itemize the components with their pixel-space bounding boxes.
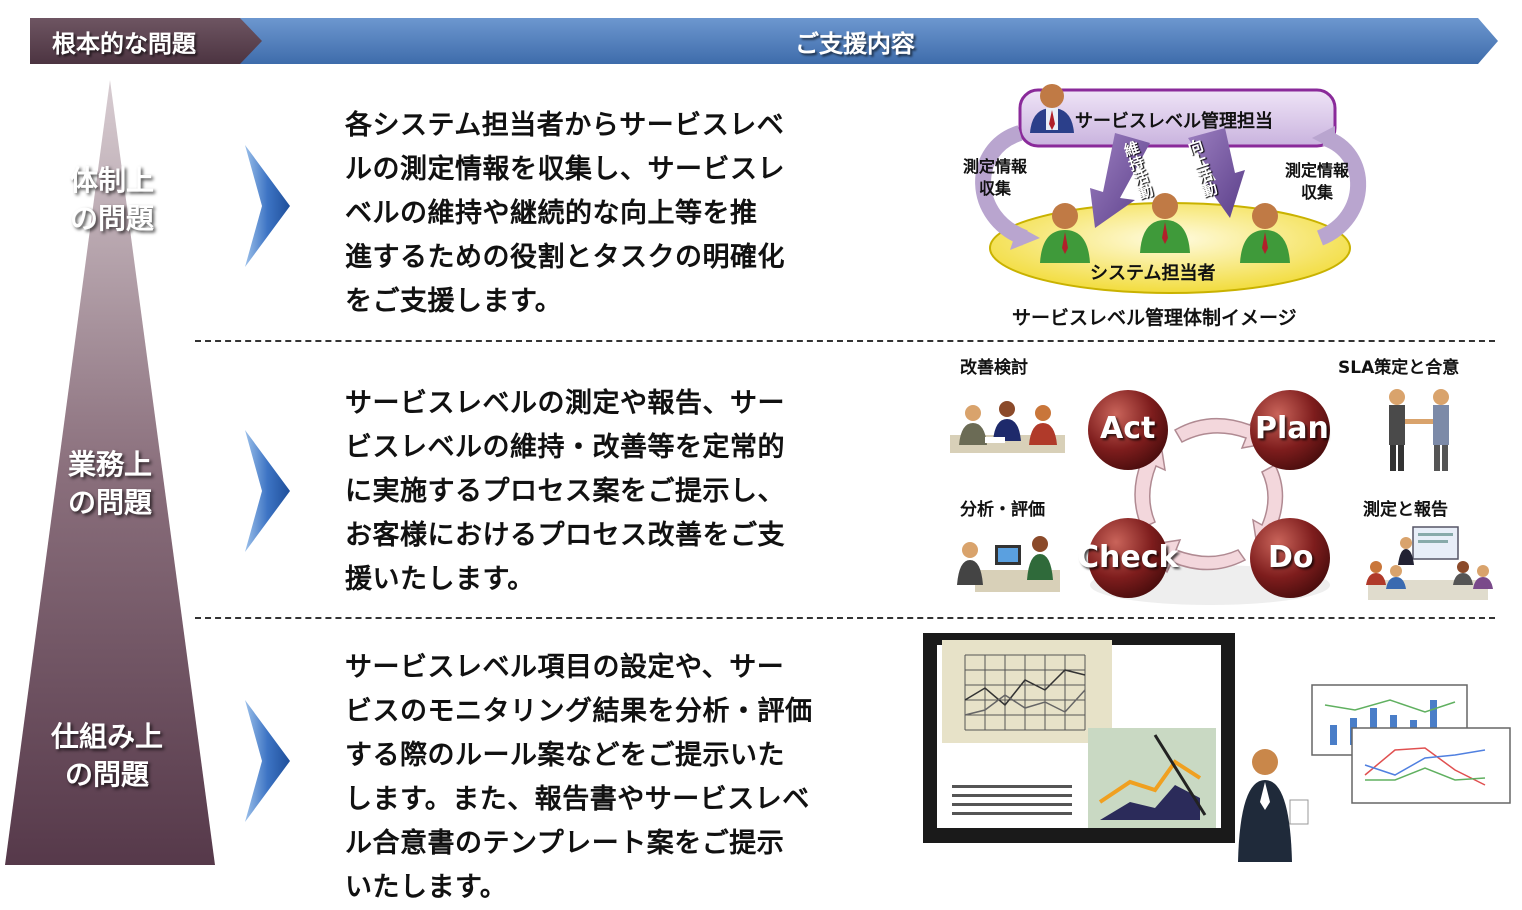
left-collect-label: 測定情報 収集	[962, 157, 1027, 198]
chevron-arrow-2	[245, 430, 290, 552]
pdca-plan: Plan	[1255, 411, 1329, 446]
presentation-illustration	[923, 633, 1511, 862]
divider-2	[195, 617, 1495, 619]
problem-structure: 体制上 の問題	[69, 164, 154, 235]
analysis-illustration	[957, 536, 1060, 592]
measure-report-label: 測定と報告	[1363, 500, 1448, 520]
presenter-person-icon	[1238, 749, 1309, 862]
problem-operations: 業務上 の問題	[67, 448, 152, 519]
sla-agreement-label: SLA策定と合意	[1338, 358, 1460, 378]
chevron-arrow-1	[245, 145, 290, 267]
description-structure: 各システム担当者からサービスレベ ルの測定情報を収集し、サービスレ ベルの維持や…	[345, 110, 785, 317]
improve-review-label: 改善検討	[960, 358, 1028, 378]
pdca-act: Act	[1100, 411, 1156, 446]
divider-1	[195, 340, 1495, 342]
header-right-label: ご支援内容	[795, 30, 915, 58]
description-operations: サービスレベルの測定や報告、サー ビスレベルの維持・改善等を定常的 に実施するプ…	[345, 388, 785, 595]
header-left-label: 根本的な問題	[52, 30, 196, 58]
description-mechanism: サービスレベル項目の設定や、サー ビスのモニタリング結果を分析・評価 する際のル…	[345, 652, 813, 903]
report-meeting-illustration	[1366, 526, 1493, 600]
manager-label: サービスレベル管理担当	[1075, 111, 1273, 132]
pdca-check: Check	[1077, 540, 1179, 575]
chevron-arrow-3	[245, 700, 290, 822]
problem-mechanism: 仕組み上 の問題	[50, 720, 163, 791]
right-collect-label: 測定情報 収集	[1284, 161, 1349, 202]
org-diagram-caption: サービスレベル管理体制イメージ	[1012, 307, 1297, 329]
pdca-do: Do	[1268, 540, 1314, 575]
analysis-eval-label: 分析・評価	[960, 500, 1045, 520]
handshake-illustration	[1389, 389, 1449, 471]
meeting-illustration	[950, 401, 1065, 453]
staff-label: システム担当者	[1090, 263, 1216, 284]
